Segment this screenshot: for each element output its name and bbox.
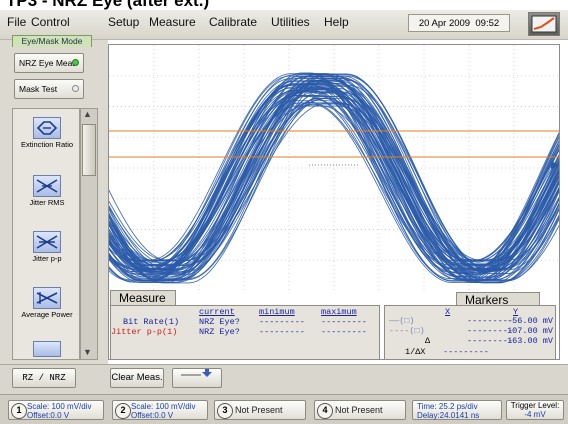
window-title: TP3 - NRZ Eye (after ext.) <box>6 0 210 10</box>
jitter-pp-label: Jitter p-p <box>32 254 62 263</box>
date-time-display: 20 Apr 2009 09:52 <box>408 14 510 32</box>
channel-1-status[interactable]: 1 Scale: 100 mV/div Offset:0.0 V <box>8 400 104 420</box>
menu-file[interactable]: File <box>7 15 26 29</box>
timebase-delay: Delay:24.0141 ns <box>417 411 480 420</box>
meas-item-average-power[interactable]: Average Power <box>17 287 77 319</box>
row-jitter-maximum: --------- <box>321 327 367 337</box>
meas-item-extinction-ratio[interactable]: Extinction Ratio <box>17 117 77 149</box>
channel-2-status[interactable]: 2 Scale: 100 mV/div Offset:0.0 V <box>112 400 208 420</box>
channel-2-scale: Scale: 100 mV/div <box>131 402 196 411</box>
eye-mask-mode-tab[interactable]: Eye/Mask Mode <box>12 35 92 47</box>
mask-test-label: Mask Test <box>19 84 58 94</box>
timebase-status[interactable]: Time: 25.2 ps/div Delay:24.0141 ns <box>412 400 502 420</box>
marker-2-y: 107.00 mV <box>507 326 553 336</box>
trigger-value: -4 mV <box>524 410 546 419</box>
jitter-pp-icon <box>33 231 61 253</box>
meas-item-jitter-pp[interactable]: Jitter p-p <box>17 231 77 263</box>
trigger-status[interactable]: Trigger Level: -4 mV <box>506 400 564 420</box>
mask-test-button[interactable]: Mask Test <box>14 79 84 99</box>
extinction-ratio-label: Extinction Ratio <box>20 140 74 149</box>
date-text: 20 Apr 2009 <box>418 17 471 29</box>
window-title-strip: TP3 - NRZ Eye (after ext.) <box>0 0 568 10</box>
menu-measure[interactable]: Measure <box>149 15 196 29</box>
channel-4-badge: 4 <box>317 403 333 419</box>
jitter-rms-label: Jitter RMS <box>29 198 65 207</box>
marker-inverse-label: 1/ΔX <box>405 347 426 357</box>
rz-nrz-toggle[interactable]: RZ / NRZ <box>12 368 76 388</box>
col-minimum: minimum <box>259 307 295 317</box>
marker-inverse-value: --------- <box>443 347 489 357</box>
nrz-eye-meas-label: NRZ Eye Meas <box>19 58 77 68</box>
channel-3-text: Not Present <box>235 405 283 415</box>
channel-1-badge: 1 <box>11 403 27 419</box>
row-jitter-minimum: --------- <box>259 327 305 337</box>
trigger-label: Trigger Level: <box>510 401 560 410</box>
channel-3-status[interactable]: 3 Not Present <box>214 400 306 420</box>
scroll-up-icon[interactable]: ▲ <box>83 109 92 119</box>
col-current: current <box>199 307 235 317</box>
meas-item-jitter-rms[interactable]: Jitter RMS <box>17 175 77 207</box>
average-power-label: Average Power <box>21 310 73 319</box>
markers-results-table: X Y ——(□) --------- -56.00 mV ----(□) --… <box>384 305 556 360</box>
channel-2-badge: 2 <box>115 403 131 419</box>
channel-3-badge: 3 <box>217 403 233 419</box>
waveform-icon <box>531 15 557 33</box>
average-power-icon <box>33 287 61 309</box>
scroll-thumb[interactable] <box>82 124 96 176</box>
eye-diagram-plot <box>0 45 568 291</box>
marker-col-x: X <box>445 307 451 317</box>
meas-item-partial[interactable] <box>17 341 77 359</box>
channel-1-offset: Offset:0.0 V <box>27 411 70 420</box>
row-jitter-label[interactable]: Jitter p-p(1) <box>111 327 177 337</box>
timebase-time: Time: 25.2 ps/div <box>417 402 478 411</box>
channel-4-text: Not Present <box>335 405 383 415</box>
marker-delta-label: Δ <box>425 336 431 346</box>
row-bit-rate-minimum: --------- <box>259 317 305 327</box>
inactive-led-icon <box>72 85 79 92</box>
marker-1-y: -56.00 mV <box>507 316 553 326</box>
nrz-eye-meas-button[interactable]: NRZ Eye Meas <box>14 53 84 73</box>
control-row <box>0 364 568 394</box>
row-bit-rate-label[interactable]: Bit Rate(1) <box>123 317 179 327</box>
row-bit-rate-current: NRZ Eye? <box>199 317 240 327</box>
scroll-results-button[interactable] <box>172 366 222 388</box>
row-bit-rate-maximum: --------- <box>321 317 367 327</box>
scope-logo-button[interactable] <box>528 12 560 36</box>
time-text: 09:52 <box>475 17 500 29</box>
active-led-icon <box>72 59 79 66</box>
extinction-ratio-icon <box>33 117 61 139</box>
row-jitter-current: NRZ Eye? <box>199 327 240 337</box>
menu-control[interactable]: Control <box>31 15 70 29</box>
clear-meas-button[interactable]: Clear Meas. <box>110 368 164 388</box>
measurement-icon <box>33 341 61 357</box>
jitter-rms-icon <box>33 175 61 197</box>
menu-utilities[interactable]: Utilities <box>271 15 310 29</box>
marker-1-icon[interactable]: ——(□) <box>389 316 415 326</box>
channel-2-offset: Offset:0.0 V <box>131 411 174 420</box>
marker-delta-y: 163.00 mV <box>507 336 553 346</box>
down-arrow-icon <box>181 366 212 377</box>
menu-calibrate[interactable]: Calibrate <box>209 15 257 29</box>
channel-4-status[interactable]: 4 Not Present <box>314 400 406 420</box>
measure-tab[interactable]: Measure <box>110 290 176 305</box>
channel-1-scale: Scale: 100 mV/div <box>27 402 92 411</box>
menu-setup[interactable]: Setup <box>108 15 139 29</box>
scroll-down-icon[interactable]: ▼ <box>83 347 92 357</box>
menu-help[interactable]: Help <box>324 15 349 29</box>
col-maximum: maximum <box>321 307 357 317</box>
measurement-list: Extinction Ratio Jitter RMS Jitter p-p A… <box>12 108 80 360</box>
measure-results-table: current minimum maximum Bit Rate(1) NRZ … <box>110 305 380 360</box>
marker-2-icon[interactable]: ----(□) <box>389 326 425 336</box>
